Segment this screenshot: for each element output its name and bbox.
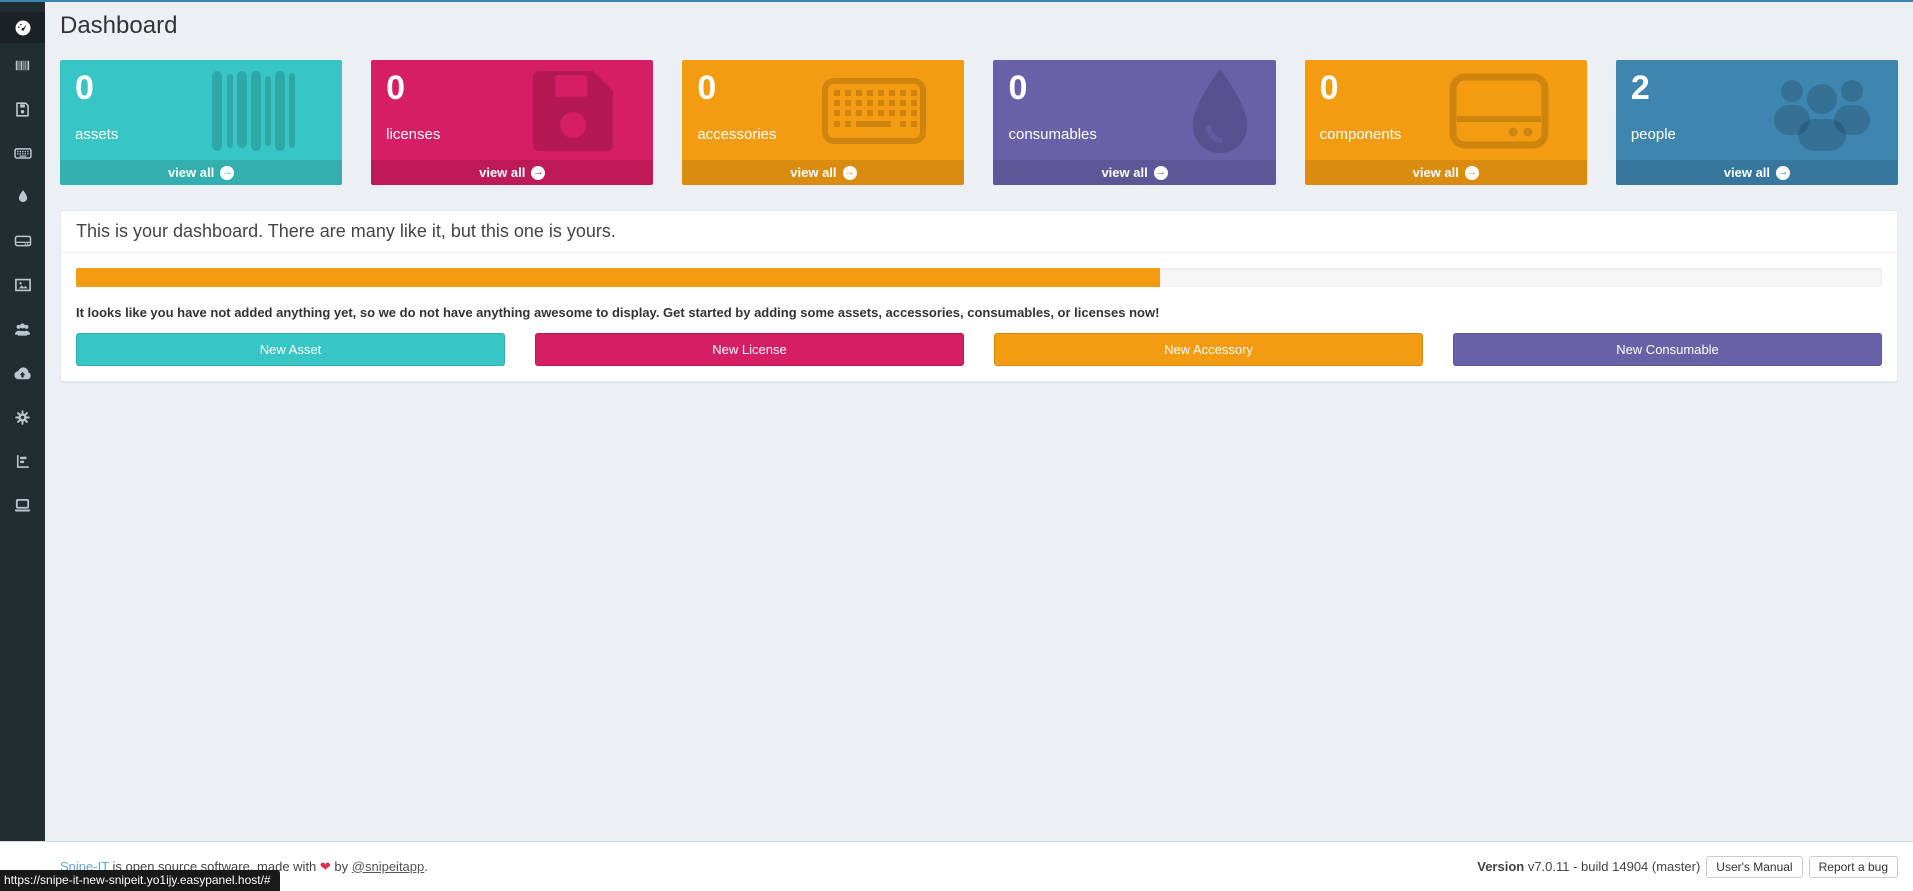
floppy-disk-icon [13, 100, 32, 119]
view-all-components-link[interactable]: view all → [1305, 160, 1587, 185]
stat-count: 2 [1631, 71, 1883, 107]
new-license-button[interactable]: New License [535, 333, 964, 366]
hdd-icon [13, 231, 33, 251]
cloud-upload-icon [12, 363, 33, 384]
sidebar-item-requestables[interactable] [0, 483, 45, 527]
stat-label: consumables [1008, 126, 1260, 149]
view-all-accessories-link[interactable]: view all → [682, 160, 964, 185]
stat-count: 0 [386, 71, 638, 107]
stat-label: components [1320, 126, 1572, 149]
stat-box-row: 0 assets view all → 0 licenses view all … [45, 60, 1913, 185]
stat-label: licenses [386, 126, 638, 149]
sidebar-item-people[interactable] [0, 307, 45, 351]
report-bug-button[interactable]: Report a bug [1809, 856, 1898, 878]
stat-count: 0 [75, 71, 327, 107]
page-background: { "theme": { "top_border_color": "#3c87b… [0, 0, 1913, 891]
sidebar-item-accessories[interactable] [0, 131, 45, 175]
sidebar-item-consumables[interactable] [0, 175, 45, 219]
page-title: Dashboard [60, 12, 1898, 40]
browser-status-url: https://snipe-it-new-snipeit.yo1ijy.easy… [0, 870, 280, 891]
view-all-people-link[interactable]: view all → [1616, 160, 1898, 185]
arrow-circle-right-icon: → [843, 166, 857, 180]
bar-chart-icon [13, 452, 32, 471]
laptop-icon [12, 495, 33, 516]
sidebar-item-settings[interactable] [0, 395, 45, 439]
new-consumable-button[interactable]: New Consumable [1453, 333, 1882, 366]
sidebar-item-components[interactable] [0, 219, 45, 263]
view-all-assets-link[interactable]: view all → [60, 160, 342, 185]
arrow-circle-right-icon: → [1465, 166, 1479, 180]
dashboard-panel: This is your dashboard. There are many l… [60, 210, 1898, 382]
droplet-icon [14, 188, 32, 206]
stat-box-consumables: 0 consumables view all → [993, 60, 1275, 185]
stat-label: accessories [697, 126, 949, 149]
new-accessory-button[interactable]: New Accessory [994, 333, 1423, 366]
users-manual-button[interactable]: User's Manual [1706, 856, 1802, 878]
stat-box-people: 2 people view all → [1616, 60, 1898, 185]
arrow-circle-right-icon: → [220, 166, 234, 180]
view-all-consumables-link[interactable]: view all → [993, 160, 1275, 185]
stat-count: 0 [1320, 71, 1572, 107]
quick-create-buttons: New Asset New License New Accessory New … [76, 333, 1882, 366]
stat-box-accessories: 0 accessories view all → [682, 60, 964, 185]
version-text: Version v7.0.11 - build 14904 (master) [1477, 859, 1700, 874]
stat-count: 0 [1008, 71, 1260, 107]
progress-bar [76, 268, 1882, 287]
arrow-circle-right-icon: → [1154, 166, 1168, 180]
barcode-icon [13, 56, 32, 75]
panel-heading: This is your dashboard. There are many l… [61, 211, 1897, 253]
arrow-circle-right-icon: → [1776, 166, 1790, 180]
view-all-licenses-link[interactable]: view all → [371, 160, 653, 185]
stat-count: 0 [697, 71, 949, 107]
top-accent-line [0, 0, 1913, 2]
sidebar-item-reports[interactable] [0, 439, 45, 483]
empty-state-message: It looks like you have not added anythin… [76, 305, 1882, 320]
snipeitapp-link[interactable]: @snipeitapp [352, 859, 424, 874]
stat-box-components: 0 components view all → [1305, 60, 1587, 185]
sidebar-item-dashboard[interactable] [0, 12, 45, 43]
stat-box-assets: 0 assets view all → [60, 60, 342, 185]
keyboard-icon [13, 143, 33, 163]
sidebar-item-licenses[interactable] [0, 87, 45, 131]
footer: Snipe-IT is open source software, made w… [0, 841, 1913, 891]
main-content: Dashboard 0 assets view all → 0 licenses [45, 0, 1913, 382]
stat-label: people [1631, 126, 1883, 149]
sidebar-item-assets[interactable] [0, 43, 45, 87]
new-asset-button[interactable]: New Asset [76, 333, 505, 366]
picture-frame-icon [13, 275, 33, 295]
stat-label: assets [75, 126, 327, 149]
users-icon [12, 319, 33, 340]
sidebar [0, 2, 45, 841]
progress-bar-fill [76, 268, 1160, 287]
stat-box-licenses: 0 licenses view all → [371, 60, 653, 185]
sidebar-item-import[interactable] [0, 351, 45, 395]
heart-icon: ❤ [320, 859, 331, 874]
tachometer-icon [13, 18, 33, 38]
sidebar-item-kits[interactable] [0, 263, 45, 307]
arrow-circle-right-icon: → [531, 166, 545, 180]
footer-version-area: Version v7.0.11 - build 14904 (master) U… [1477, 856, 1898, 878]
gear-icon [13, 408, 32, 427]
